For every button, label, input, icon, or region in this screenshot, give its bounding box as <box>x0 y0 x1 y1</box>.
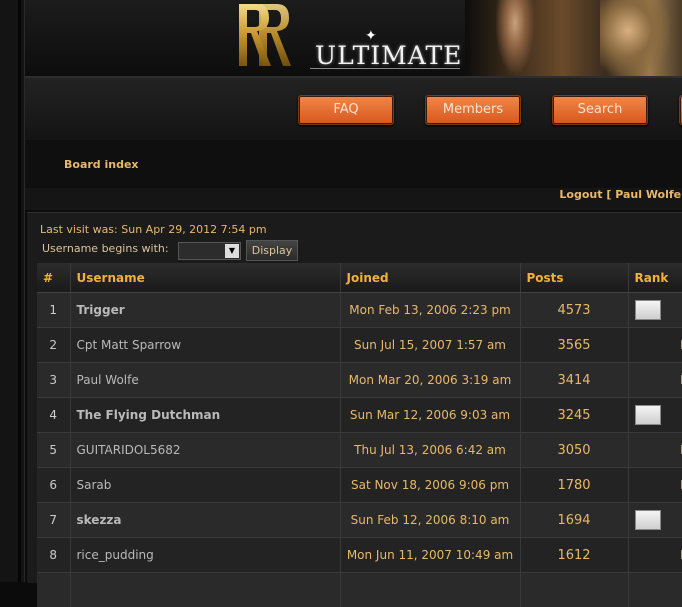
row-number <box>37 573 70 607</box>
memberlist-table: # Username Joined Posts Rank 1 Trigger M… <box>37 263 682 607</box>
username-link[interactable]: GUITARIDOL5682 <box>70 433 340 468</box>
post-count[interactable]: 3245 <box>520 398 628 433</box>
post-count[interactable]: 3414 <box>520 363 628 398</box>
username-link[interactable]: Cpt Matt Sparrow <box>70 328 340 363</box>
logo-underline <box>310 68 460 69</box>
banner-guitarist-image <box>495 0 535 76</box>
joined-date <box>340 573 520 607</box>
username-link[interactable]: Sarab <box>70 468 340 503</box>
post-count[interactable]: 1612 <box>520 538 628 573</box>
row-number: 5 <box>37 433 70 468</box>
chevron-down-icon[interactable]: ▼ <box>225 244 239 258</box>
rank-text: M <box>628 328 682 363</box>
rank-image-icon <box>635 510 661 530</box>
display-button[interactable]: Display <box>246 240 298 261</box>
faq-button[interactable]: FAQ <box>298 95 394 125</box>
joined-date: Sun Mar 12, 2006 9:03 am <box>340 398 520 433</box>
column-header-username[interactable]: Username <box>70 263 340 293</box>
memberlist-panel: Last visit was: Sun Apr 29, 2012 7:54 pm… <box>27 212 682 583</box>
column-header-num[interactable]: # <box>37 263 70 293</box>
row-number: 6 <box>37 468 70 503</box>
joined-date: Mon Feb 13, 2006 2:23 pm <box>340 293 520 328</box>
site-logo-text[interactable]: ULTIMATE <box>315 41 462 70</box>
table-row: 8 rice_pudding Mon Jun 11, 2007 10:49 am… <box>37 538 682 573</box>
table-header-row: # Username Joined Posts Rank <box>37 263 682 293</box>
column-header-posts[interactable]: Posts <box>520 263 628 293</box>
logout-link[interactable]: Logout [ Paul Wolfe ] <box>559 188 682 202</box>
row-number: 7 <box>37 503 70 538</box>
post-count[interactable]: 3565 <box>520 328 628 363</box>
table-row: 6 Sarab Sat Nov 18, 2006 9:06 pm 1780 M <box>37 468 682 503</box>
search-button[interactable]: Search <box>552 95 648 125</box>
rank-text: M <box>628 433 682 468</box>
breadcrumb: Board index <box>25 140 682 189</box>
table-row: 2 Cpt Matt Sparrow Sun Jul 15, 2007 1:57… <box>37 328 682 363</box>
column-header-joined[interactable]: Joined <box>340 263 520 293</box>
username-filter-select[interactable]: ▼ <box>178 242 241 260</box>
row-number: 4 <box>37 398 70 433</box>
username-link[interactable]: Trigger <box>70 293 340 328</box>
row-number: 2 <box>37 328 70 363</box>
table-row: 1 Trigger Mon Feb 13, 2006 2:23 pm 4573 <box>37 293 682 328</box>
post-count[interactable]: 3050 <box>520 433 628 468</box>
username-filter-label: Username begins with: <box>42 242 169 255</box>
rank-text: M <box>628 468 682 503</box>
username-link[interactable]: rice_pudding <box>70 538 340 573</box>
column-header-rank[interactable]: Rank <box>628 263 682 293</box>
username-link[interactable]: skezza <box>70 503 340 538</box>
username-link[interactable]: The Flying Dutchman <box>70 398 340 433</box>
left-border <box>0 0 25 582</box>
joined-date: Sat Nov 18, 2006 9:06 pm <box>340 468 520 503</box>
board-index-link[interactable]: Board index <box>64 158 139 171</box>
rank-image-icon <box>635 405 661 425</box>
table-row: 7 skezza Sun Feb 12, 2006 8:10 am 1694 <box>37 503 682 538</box>
rank-text: M <box>628 538 682 573</box>
post-count[interactable] <box>520 573 628 607</box>
rank-cell <box>628 293 682 328</box>
table-row: 5 GUITARIDOL5682 Thu Jul 13, 2006 6:42 a… <box>37 433 682 468</box>
table-row: 3 Paul Wolfe Mon Mar 20, 2006 3:19 am 34… <box>37 363 682 398</box>
joined-date: Thu Jul 13, 2006 6:42 am <box>340 433 520 468</box>
row-number: 3 <box>37 363 70 398</box>
rr-logo-icon[interactable] <box>235 0 295 70</box>
table-row: 4 The Flying Dutchman Sun Mar 12, 2006 9… <box>37 398 682 433</box>
joined-date: Mon Mar 20, 2006 3:19 am <box>340 363 520 398</box>
username-link[interactable] <box>70 573 340 607</box>
page: ✦ ULTIMATE FAQ Members Search Board inde… <box>25 0 682 582</box>
post-count[interactable]: 1694 <box>520 503 628 538</box>
table-row <box>37 573 682 607</box>
rank-text: M <box>628 363 682 398</box>
joined-date: Sun Feb 12, 2006 8:10 am <box>340 503 520 538</box>
site-banner: ✦ ULTIMATE <box>25 0 682 78</box>
last-visit-text: Last visit was: Sun Apr 29, 2012 7:54 pm <box>40 223 267 236</box>
members-button[interactable]: Members <box>425 95 521 125</box>
row-number: 8 <box>37 538 70 573</box>
rank-cell <box>628 398 682 433</box>
username-link[interactable]: Paul Wolfe <box>70 363 340 398</box>
post-count[interactable]: 4573 <box>520 293 628 328</box>
row-number: 1 <box>37 293 70 328</box>
rank-image-icon <box>635 300 661 320</box>
user-bar: Logout [ Paul Wolfe ] <box>25 188 682 210</box>
post-count[interactable]: 1780 <box>520 468 628 503</box>
joined-date: Mon Jun 11, 2007 10:49 am <box>340 538 520 573</box>
main-navigation: FAQ Members Search <box>25 78 682 141</box>
joined-date: Sun Jul 15, 2007 1:57 am <box>340 328 520 363</box>
rank-cell <box>628 503 682 538</box>
rank-cell <box>628 573 682 607</box>
banner-guitarist-image <box>600 0 670 76</box>
